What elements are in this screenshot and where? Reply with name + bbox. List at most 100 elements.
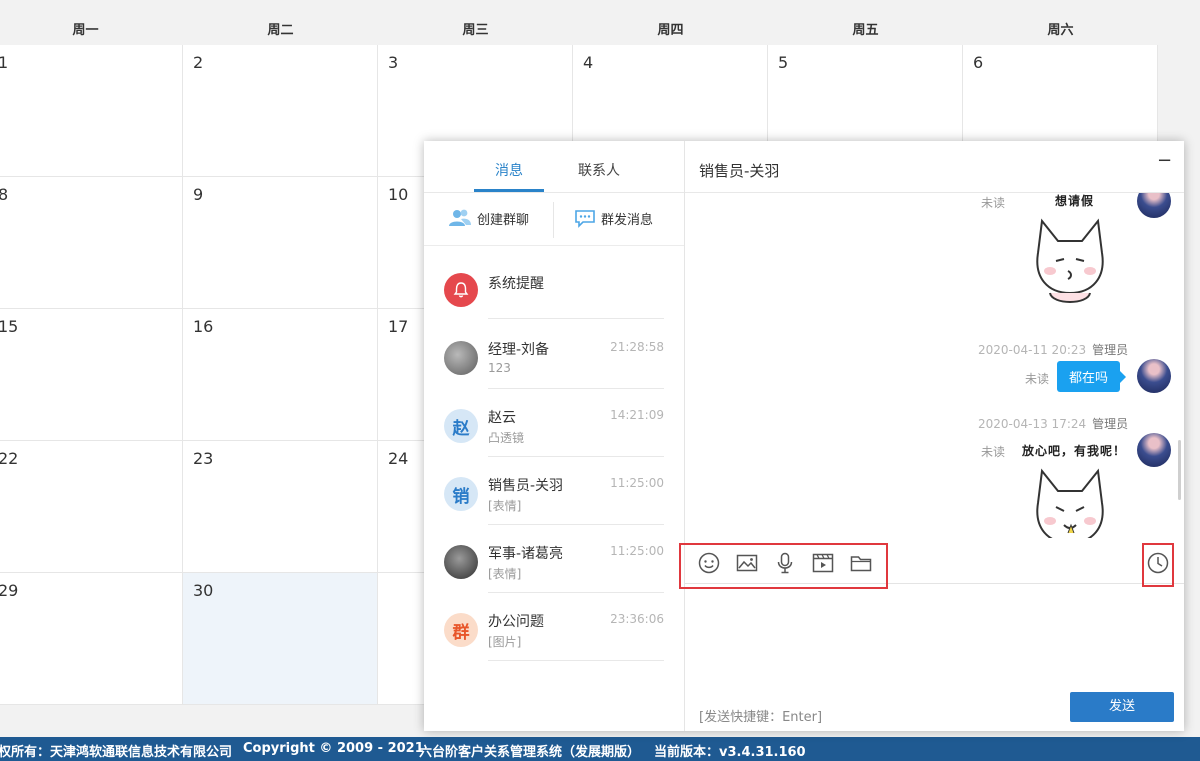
history-highlight-box <box>1142 543 1174 587</box>
message-sender: 管理员 <box>1092 417 1129 431</box>
message-time: 2020-04-13 17:24 <box>978 417 1087 431</box>
tab-contacts[interactable]: 联系人 <box>564 151 634 191</box>
conversation-office-issues[interactable]: 群 办公问题 23:36:06 [图片] <box>444 611 664 679</box>
calendar-day-number: 4 <box>583 53 594 72</box>
calendar-day-number: 5 <box>778 53 789 72</box>
conversation-name: 经理-刘备 <box>488 342 550 358</box>
conversation-preview: 123 <box>488 361 511 375</box>
bell-icon <box>444 273 478 307</box>
create-group-button[interactable]: 创建群聊 <box>448 203 529 233</box>
broadcast-message-button[interactable]: 群发消息 <box>574 203 653 233</box>
calendar-day-cell[interactable]: 30 <box>183 573 378 705</box>
sender-avatar <box>1137 433 1171 467</box>
footer-copyright: Copyright © 2009 - 2021 <box>243 741 424 756</box>
conversation-guan-yu[interactable]: 销 销售员-关羽 11:25:00 [表情] <box>444 475 664 543</box>
footer: 权所有：天津鸿软通联信息技术有限公司 Copyright © 2009 - 20… <box>0 737 1200 761</box>
message-meta: 2020-04-13 17:24 管理员 <box>978 415 1128 432</box>
cat-sticker-image <box>1036 218 1104 303</box>
weekday-sat: 周六 <box>1047 23 1074 38</box>
conversation-name: 销售员-关羽 <box>488 478 564 494</box>
calendar-day-number: 6 <box>973 53 984 72</box>
weekday-fri: 周五 <box>852 23 879 38</box>
conversation-time: 14:21:09 <box>610 408 664 422</box>
cat-sticker-image <box>1036 468 1104 538</box>
conversation-name: 军事-诸葛亮 <box>488 546 564 562</box>
actions-divider <box>553 202 554 238</box>
conversation-preview: [表情] <box>488 499 522 513</box>
calendar-day-number: 10 <box>388 185 409 204</box>
tab-messages[interactable]: 消息 <box>474 151 544 191</box>
conversation-divider <box>488 388 664 389</box>
calendar-day-cell[interactable]: 23 <box>183 441 378 573</box>
calendar-day-cell[interactable]: 16 <box>183 309 378 441</box>
weekday-mon: 周一 <box>72 23 99 38</box>
sender-avatar <box>1137 193 1171 218</box>
message-sender: 管理员 <box>1092 343 1129 357</box>
unread-label: 未读 <box>981 196 1006 210</box>
avatar: 赵 <box>444 409 478 443</box>
toolbar-highlight-box <box>679 543 888 589</box>
calendar-day-number: 3 <box>388 53 399 72</box>
footer-version: 当前版本：v3.4.31.160 <box>654 745 806 760</box>
weekday-tue: 周二 <box>267 23 294 38</box>
conversation-preview: 凸透镜 <box>488 431 525 445</box>
chat-conversation-panel: 销售员-关羽 − 未读 想请假 2020-04-11 20:23 管理员 未读 都… <box>679 141 1184 731</box>
conversation-preview: [图片] <box>488 635 522 649</box>
conversation-divider <box>488 456 664 457</box>
message-time: 2020-04-11 20:23 <box>978 343 1087 357</box>
chat-actions: 创建群聊 群发消息 <box>424 193 684 246</box>
create-group-label: 创建群聊 <box>477 212 530 228</box>
message-toolbar <box>679 541 1184 589</box>
calendar-day-cell[interactable]: 8 <box>0 177 183 309</box>
conversation-name: 赵云 <box>488 410 516 426</box>
calendar-day-cell[interactable]: 15 <box>0 309 183 441</box>
weekday-thu: 周四 <box>657 23 684 38</box>
chat-title: 销售员-关羽 <box>699 162 780 180</box>
message-list[interactable]: 未读 想请假 2020-04-11 20:23 管理员 未读 都在吗 2020-0… <box>685 193 1184 538</box>
calendar-weekday-header: 周一 周二 周三 周四 周五 周六 <box>0 16 1158 45</box>
conversation-time: 11:25:00 <box>610 476 664 490</box>
message-meta: 2020-04-11 20:23 管理员 <box>978 341 1128 358</box>
calendar-day-number: 23 <box>193 449 214 468</box>
calendar-day-cell[interactable]: 29 <box>0 573 183 705</box>
footer-copyright-owner: 权所有：天津鸿软通联信息技术有限公司 <box>0 745 233 760</box>
chat-sidebar: 消息 联系人 创建群聊 群发消息 系统提醒 经理-刘备 21:28:58 123… <box>424 141 685 731</box>
conversation-divider <box>488 524 664 525</box>
conversation-time: 11:25:00 <box>610 544 664 558</box>
message-input[interactable]: [发送快捷键：Enter] 发送 <box>685 584 1184 731</box>
unread-label: 未读 <box>981 445 1006 459</box>
conversation-time: 21:28:58 <box>610 340 664 354</box>
avatar: 销 <box>444 477 478 511</box>
calendar-day-number: 2 <box>193 53 204 72</box>
conversation-name: 办公问题 <box>488 614 544 630</box>
sticker-caption: 放心吧，有我呢！ <box>1022 444 1127 458</box>
group-avatar: 群 <box>444 613 478 647</box>
conversation-zhao-yun[interactable]: 赵 赵云 14:21:09 凸透镜 <box>444 407 664 475</box>
conversation-zhuge-liang[interactable]: 军事-诸葛亮 11:25:00 [表情] <box>444 543 664 611</box>
avatar <box>444 545 478 579</box>
calendar-day-number: 30 <box>193 581 214 600</box>
calendar-day-number: 17 <box>388 317 409 336</box>
group-users-icon <box>449 209 471 226</box>
chat-window: 消息 联系人 创建群聊 群发消息 系统提醒 经理-刘备 21:28:58 123… <box>424 141 1184 731</box>
unread-label: 未读 <box>1025 372 1050 386</box>
calendar-day-number: 9 <box>193 185 204 204</box>
sender-avatar <box>1137 359 1171 393</box>
conversation-system-reminder[interactable]: 系统提醒 <box>444 271 664 339</box>
calendar-day-cell[interactable]: 9 <box>183 177 378 309</box>
message-bubble: 都在吗 <box>1057 361 1127 392</box>
calendar-day-number: 8 <box>0 185 9 204</box>
conversation-name: 系统提醒 <box>488 276 544 292</box>
sticker-caption: 想请假 <box>1055 194 1095 208</box>
send-button[interactable]: 发送 <box>1070 692 1174 722</box>
avatar <box>444 341 478 375</box>
calendar-day-cell[interactable]: 22 <box>0 441 183 573</box>
calendar-day-cell[interactable]: 2 <box>183 45 378 177</box>
chat-bubble-icon <box>575 210 595 228</box>
minimize-button[interactable]: − <box>1157 150 1172 171</box>
conversation-time: 23:36:06 <box>610 612 664 626</box>
calendar-day-cell[interactable]: 1 <box>0 45 183 177</box>
message-scrollbar[interactable] <box>1178 440 1181 500</box>
conversation-divider <box>488 318 664 319</box>
conversation-liu-bei[interactable]: 经理-刘备 21:28:58 123 <box>444 339 664 407</box>
